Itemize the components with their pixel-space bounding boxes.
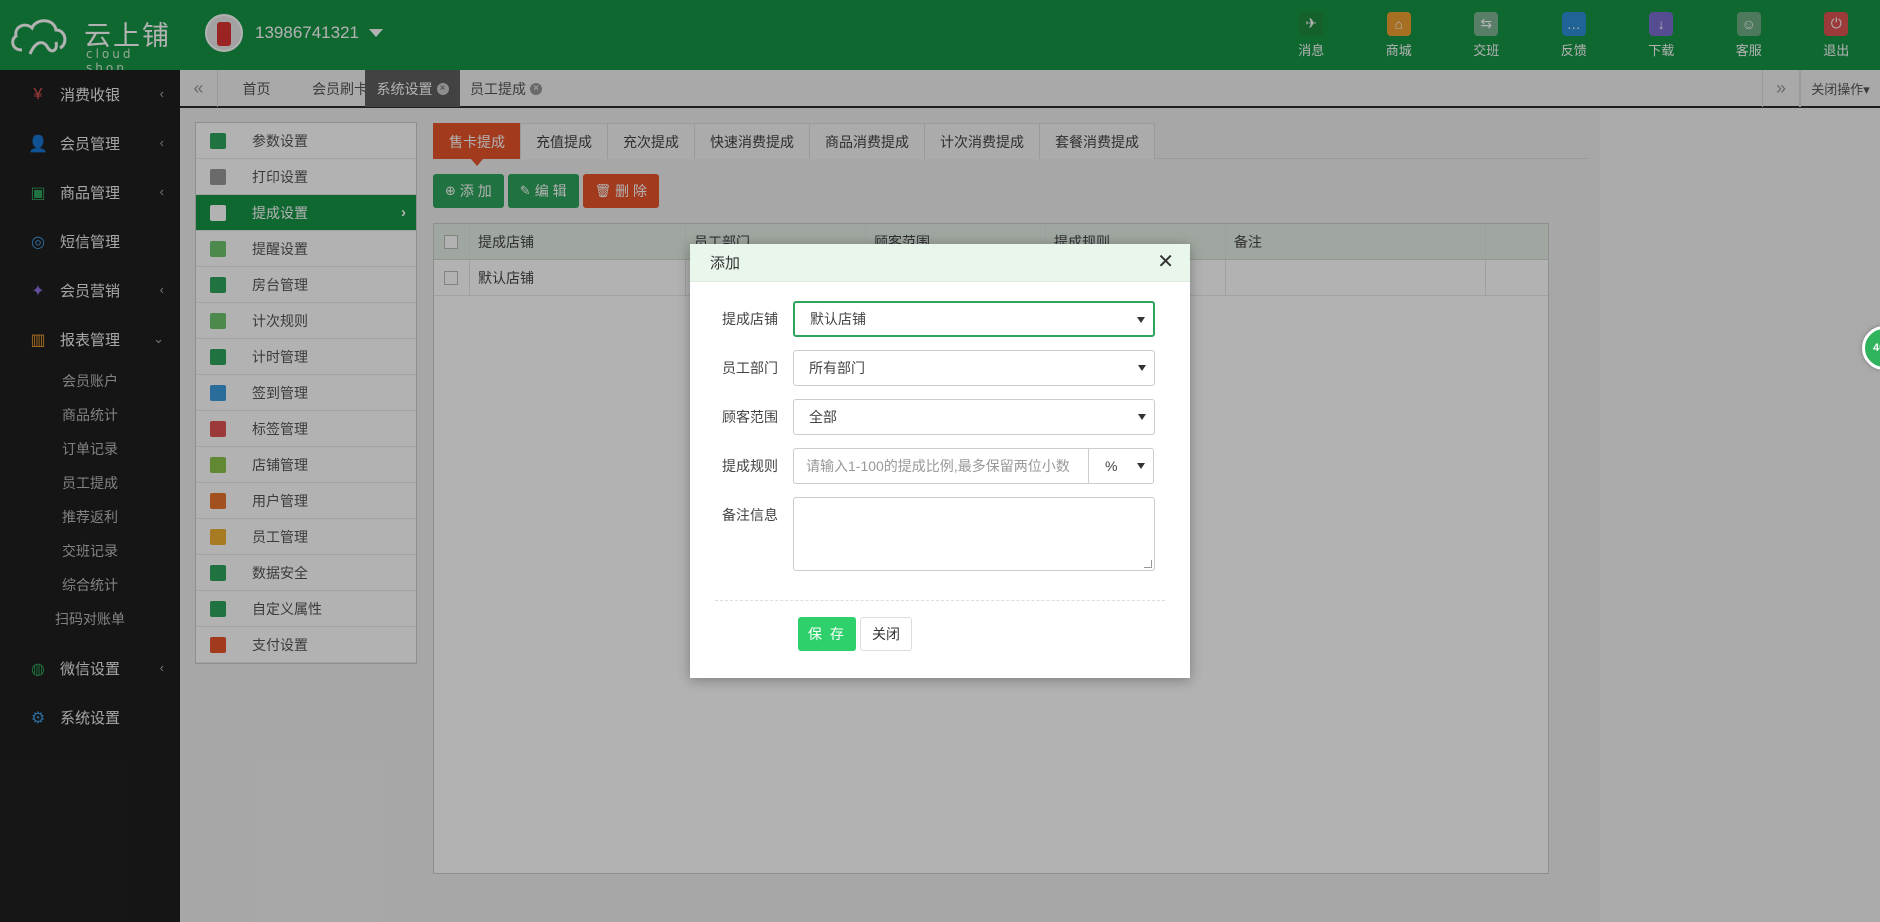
scope-value: 全部: [809, 409, 837, 425]
store-select[interactable]: 默认店铺: [793, 301, 1155, 337]
add-dialog: 添加 ✕ 提成店铺 默认店铺 员工部门 所有部门 顾客范围 全部 提成规则 请输…: [690, 244, 1190, 678]
store-value: 默认店铺: [810, 311, 866, 327]
close-button[interactable]: 关闭: [860, 617, 912, 651]
dept-value: 所有部门: [809, 360, 865, 376]
dept-row: 员工部门 所有部门: [690, 350, 1190, 386]
save-button[interactable]: 保 存: [798, 617, 856, 651]
dept-select[interactable]: 所有部门: [793, 350, 1155, 386]
dialog-header: 添加 ✕: [690, 244, 1190, 282]
rule-row: 提成规则 请输入1-100的提成比例,最多保留两位小数 %: [690, 448, 1190, 484]
rule-unit-select[interactable]: %: [1088, 448, 1154, 484]
store-label: 提成店铺: [722, 311, 778, 327]
dialog-divider: [715, 600, 1165, 601]
scope-select[interactable]: 全部: [793, 399, 1155, 435]
scope-row: 顾客范围 全部: [690, 399, 1190, 435]
select-arrow-icon: [1137, 463, 1145, 469]
remark-textarea[interactable]: [793, 497, 1155, 571]
close-icon[interactable]: ✕: [1157, 252, 1174, 272]
rule-unit-value: %: [1105, 458, 1118, 474]
select-arrow-icon: [1137, 317, 1145, 323]
rule-label: 提成规则: [722, 458, 778, 474]
resize-handle[interactable]: [1144, 560, 1152, 568]
store-row: 提成店铺 默认店铺: [690, 301, 1190, 337]
select-arrow-icon: [1138, 365, 1146, 371]
dialog-title: 添加: [710, 255, 741, 272]
dept-label: 员工部门: [722, 360, 778, 376]
remark-label: 备注信息: [722, 507, 778, 523]
rule-input[interactable]: 请输入1-100的提成比例,最多保留两位小数: [793, 448, 1088, 484]
select-arrow-icon: [1138, 414, 1146, 420]
scope-label: 顾客范围: [722, 409, 778, 425]
remark-row: 备注信息: [690, 497, 1190, 571]
